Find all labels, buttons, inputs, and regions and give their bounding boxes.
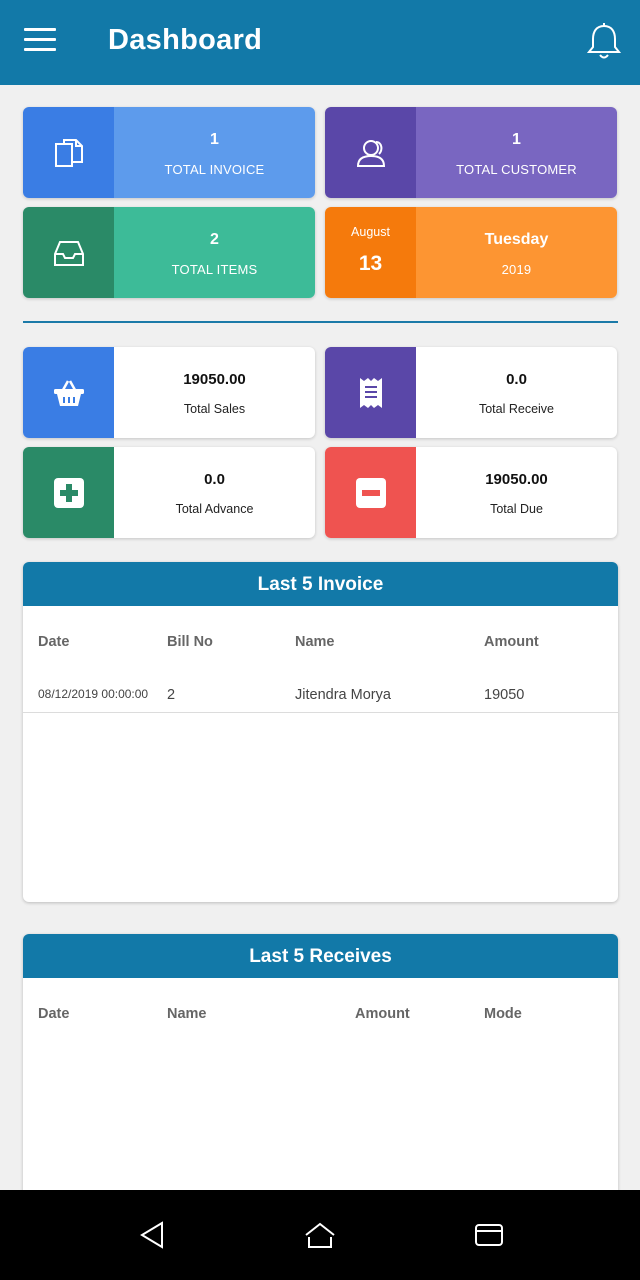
back-triangle-icon[interactable] (138, 1220, 172, 1250)
receipt-icon (325, 347, 416, 438)
total-customer-value: 1 (512, 131, 521, 148)
receive-col-name: Name (167, 1006, 207, 1022)
date-day: 13 (358, 252, 383, 275)
total-receive-card[interactable]: 0.0 Total Receive (325, 347, 617, 438)
total-due-label: Total Due (490, 502, 543, 516)
last-receives-panel: Last 5 Receives Date Name Amount Mode (23, 934, 618, 1204)
documents-icon (23, 107, 114, 198)
recents-icon[interactable] (472, 1220, 506, 1250)
date-weekday: Tuesday (484, 231, 549, 248)
total-items-card[interactable]: 2 TOTAL ITEMS (23, 207, 315, 298)
bell-icon[interactable] (586, 22, 622, 62)
date-year: 2019 (501, 262, 532, 277)
date-month: August (351, 225, 390, 239)
receive-col-amount: Amount (355, 1006, 410, 1022)
total-sales-label: Total Sales (183, 402, 246, 416)
minus-square-icon (325, 447, 416, 538)
total-sales-card[interactable]: 19050.00 Total Sales (23, 347, 315, 438)
invoice-row-date: 08/12/2019 00:00:00 (38, 687, 149, 701)
total-due-card[interactable]: 19050.00 Total Due (325, 447, 617, 538)
total-invoice-label: TOTAL INVOICE (164, 162, 265, 177)
page-title: Dashboard (108, 24, 263, 56)
app-bar: Dashboard (0, 0, 640, 85)
total-receive-value: 0.0 (506, 371, 527, 388)
hamburger-menu-icon[interactable] (24, 28, 60, 56)
home-icon[interactable] (303, 1220, 337, 1250)
total-invoice-value: 1 (210, 131, 219, 148)
invoice-col-amount: Amount (484, 634, 539, 650)
basket-icon (23, 347, 114, 438)
total-advance-label: Total Advance (175, 502, 254, 516)
last-invoices-title: Last 5 Invoice (23, 562, 618, 606)
users-icon (325, 107, 416, 198)
invoice-col-bill-no: Bill No (167, 634, 213, 650)
total-invoice-card[interactable]: 1 TOTAL INVOICE (23, 107, 315, 198)
last-invoices-panel: Last 5 Invoice Date Bill No Name Amount … (23, 562, 618, 902)
invoice-col-name: Name (295, 634, 335, 650)
total-receive-label: Total Receive (478, 402, 555, 416)
section-divider (23, 321, 618, 323)
invoice-row-name: Jitendra Morya (295, 687, 391, 703)
invoice-row-bill-no: 2 (167, 687, 176, 703)
total-items-label: TOTAL ITEMS (171, 262, 258, 277)
system-nav-bar (0, 1190, 640, 1280)
total-customer-card[interactable]: 1 TOTAL CUSTOMER (325, 107, 617, 198)
inbox-icon (23, 207, 114, 298)
table-row[interactable]: 08/12/2019 00:00:00 2 Jitendra Morya 190… (23, 670, 618, 713)
total-due-value: 19050.00 (485, 471, 548, 488)
plus-square-icon (23, 447, 114, 538)
receive-col-mode: Mode (484, 1006, 522, 1022)
last-receives-title: Last 5 Receives (23, 934, 618, 978)
total-sales-value: 19050.00 (183, 371, 246, 388)
total-items-value: 2 (210, 231, 219, 248)
date-card: August 13 Tuesday 2019 (325, 207, 617, 298)
invoice-col-date: Date (38, 634, 70, 650)
total-advance-value: 0.0 (204, 471, 225, 488)
invoice-row-amount: 19050 (484, 687, 525, 703)
total-customer-label: TOTAL CUSTOMER (456, 162, 577, 177)
total-advance-card[interactable]: 0.0 Total Advance (23, 447, 315, 538)
receive-col-date: Date (38, 1006, 70, 1022)
